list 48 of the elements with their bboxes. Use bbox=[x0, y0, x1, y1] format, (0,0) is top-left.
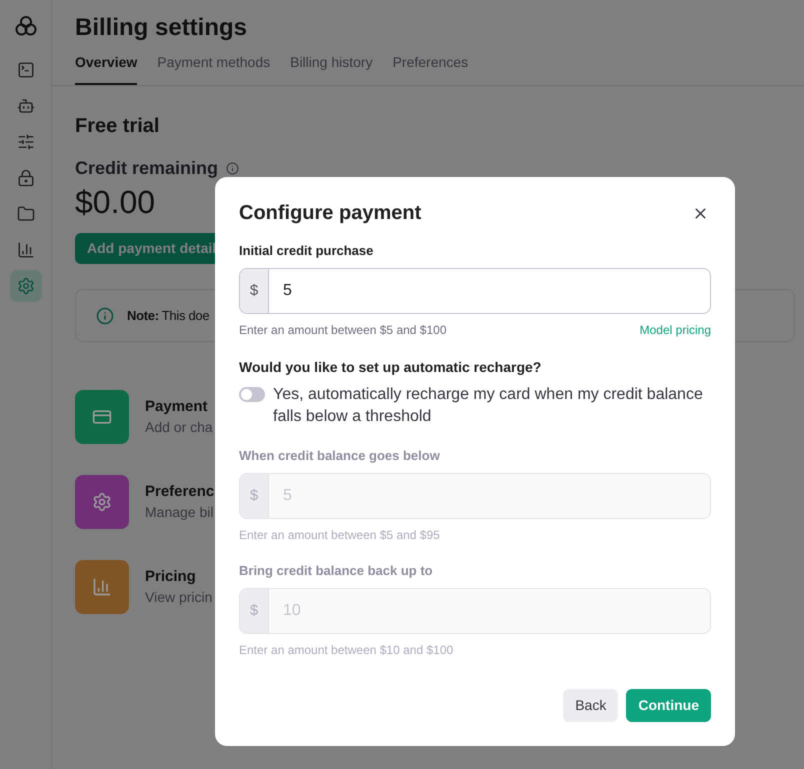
page-title: Billing settings bbox=[75, 13, 248, 43]
tab[interactable]: Preferences bbox=[392, 52, 468, 85]
lock-icon bbox=[16, 169, 34, 187]
credit-label: Credit remaining bbox=[75, 157, 218, 180]
sliders-icon bbox=[16, 133, 34, 151]
field-hint: Enter an amount between $10 and $100 bbox=[239, 642, 454, 658]
card-title: Preferenc bbox=[145, 482, 214, 502]
modal-title: Configure payment bbox=[239, 201, 422, 226]
recharge-toggle[interactable] bbox=[239, 387, 265, 402]
field-label: Initial credit purchase bbox=[239, 242, 374, 260]
plan-heading: Free trial bbox=[75, 114, 160, 138]
back-button[interactable]: Back bbox=[563, 689, 618, 722]
currency-prefix: $ bbox=[240, 474, 269, 518]
recharge-label: Yes, automatically recharge my card when my credit balance falls below a threshold bbox=[273, 385, 704, 427]
bar-chart-icon bbox=[92, 577, 112, 597]
card-icon-tile[interactable] bbox=[75, 560, 129, 614]
field-hint: Enter an amount between $5 and $95 bbox=[239, 527, 440, 543]
tab[interactable]: Billing history bbox=[290, 52, 373, 85]
robot-icon bbox=[16, 97, 34, 115]
folder-icon bbox=[16, 205, 34, 223]
card-icon-tile[interactable] bbox=[75, 390, 129, 444]
settings-icon bbox=[16, 277, 34, 295]
field-label: Bring credit balance back up to bbox=[239, 562, 434, 580]
amount-field[interactable]: $ 5 bbox=[239, 268, 711, 314]
settings-icon bbox=[92, 492, 112, 512]
info-icon bbox=[226, 162, 240, 174]
bar-chart-icon bbox=[16, 241, 34, 259]
tab[interactable]: Payment methods bbox=[157, 52, 270, 85]
info-icon bbox=[96, 306, 114, 324]
card-title: Payment bbox=[145, 397, 209, 417]
card-title: Pricing bbox=[145, 567, 197, 587]
currency-prefix: $ bbox=[240, 269, 269, 313]
card-subtitle: View pricin bbox=[145, 588, 212, 607]
note-text: Note: This doe bbox=[127, 306, 210, 325]
model-pricing-link[interactable]: Model pricing bbox=[640, 322, 711, 338]
recharge-question: Would you like to set up automatic recharge? bbox=[239, 358, 542, 376]
card-subtitle: Add or cha bbox=[145, 418, 213, 437]
amount-input[interactable]: 5 bbox=[269, 269, 710, 313]
sidebar-item[interactable] bbox=[10, 270, 42, 302]
currency-prefix: $ bbox=[240, 589, 269, 633]
card-subtitle: Manage bil bbox=[145, 503, 214, 522]
tab[interactable]: Overview bbox=[75, 52, 138, 85]
field-label: When credit balance goes below bbox=[239, 447, 441, 465]
field-hint: Enter an amount between $5 and $100 bbox=[239, 322, 446, 338]
card-icon-tile[interactable] bbox=[75, 475, 129, 529]
credit-amount: $0.00 bbox=[75, 183, 156, 222]
terminal-icon bbox=[16, 61, 34, 79]
continue-button[interactable]: Continue bbox=[626, 689, 711, 722]
